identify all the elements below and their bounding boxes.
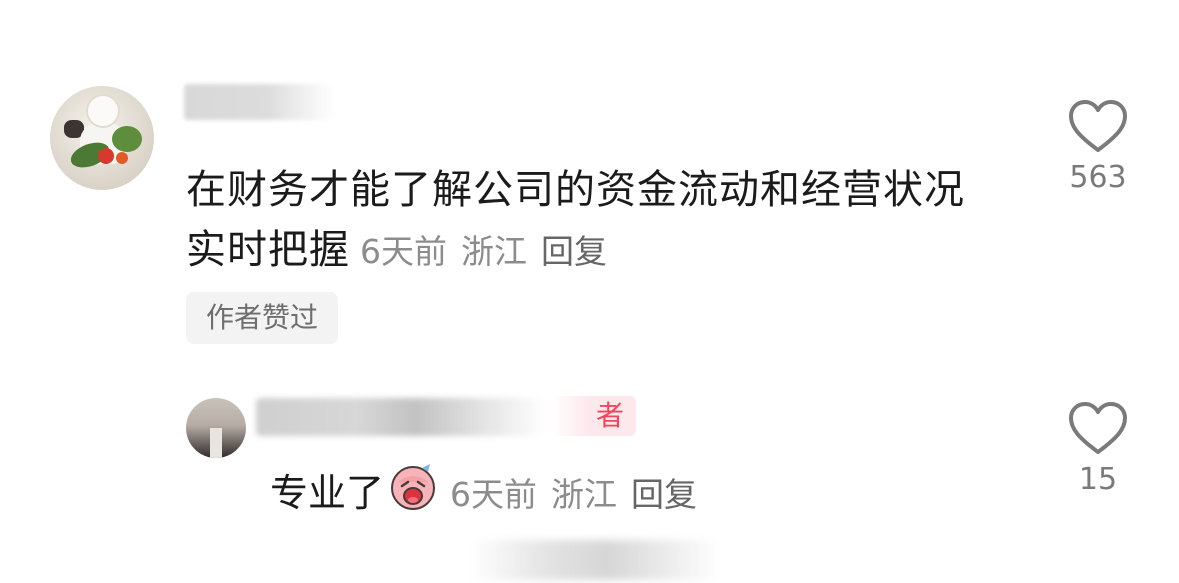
- avatar-detail: [210, 428, 222, 458]
- author-tag: 者: [552, 396, 637, 436]
- like-button[interactable]: 563: [1062, 98, 1134, 195]
- avatar-detail: [112, 126, 142, 152]
- reply-button[interactable]: 回复: [541, 232, 607, 271]
- comment-body: 专业了 6天前 浙江 回复: [270, 462, 697, 523]
- comment-body: 在财务才能了解公司的资金流动和经营状况实时把握 6天前 浙江 回复: [186, 160, 986, 282]
- like-button[interactable]: 15: [1062, 400, 1134, 497]
- crying-face-emoji-icon: [391, 464, 436, 510]
- username-blurred[interactable]: [256, 398, 546, 436]
- heart-outline-icon[interactable]: [1067, 98, 1129, 154]
- comment-location: 浙江: [461, 232, 527, 271]
- username-blurred[interactable]: [184, 84, 334, 120]
- comment-text: 专业了: [270, 471, 385, 515]
- comment-meta: 6天前 浙江 回复: [350, 232, 607, 271]
- comment-meta: 6天前 浙江 回复: [438, 475, 697, 514]
- avatar[interactable]: [50, 86, 154, 190]
- avatar-detail: [98, 148, 114, 164]
- heart-outline-icon[interactable]: [1067, 400, 1129, 456]
- comment-time: 6天前: [360, 232, 447, 271]
- avatar-detail: [88, 96, 118, 126]
- like-count: 563: [1069, 160, 1127, 195]
- avatar-detail: [116, 152, 128, 164]
- author-liked-badge: 作者赞过: [186, 292, 339, 344]
- comment-time: 6天前: [450, 475, 538, 514]
- like-count: 15: [1078, 462, 1118, 497]
- reply-button[interactable]: 回复: [631, 475, 697, 514]
- comment-location: 浙江: [551, 475, 618, 514]
- blurred-content: [470, 540, 720, 580]
- avatar[interactable]: [186, 398, 246, 458]
